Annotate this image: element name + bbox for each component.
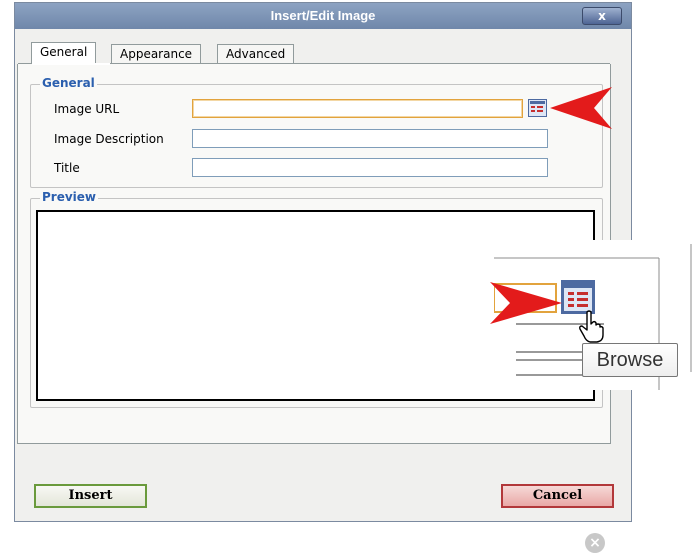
image-description-label: Image Description — [54, 132, 164, 146]
dialog-title: Insert/Edit Image — [15, 3, 631, 29]
active-tab-joiner — [32, 63, 110, 65]
browse-button[interactable] — [528, 99, 547, 117]
callout-edge — [690, 244, 692, 372]
preview-legend: Preview — [40, 190, 99, 204]
browse-icon — [530, 101, 545, 112]
general-legend: General — [40, 76, 97, 90]
pointer-arrow-top — [550, 87, 612, 129]
insert-button[interactable]: Insert — [34, 484, 147, 508]
title-input[interactable] — [192, 158, 548, 177]
image-url-input[interactable] — [192, 99, 523, 118]
pointer-arrow-callout — [490, 282, 562, 324]
dismiss-icon: × — [589, 535, 601, 551]
title-label: Title — [54, 161, 80, 175]
hand-cursor-icon — [579, 310, 604, 343]
dismiss-button[interactable]: × — [585, 533, 605, 553]
close-icon: x — [598, 9, 606, 23]
tab-general[interactable]: General — [31, 42, 97, 64]
close-button[interactable]: x — [582, 7, 622, 25]
cancel-button[interactable]: Cancel — [501, 484, 614, 508]
image-description-input[interactable] — [192, 129, 548, 148]
tab-advanced[interactable]: Advanced — [217, 44, 295, 64]
tab-appearance[interactable]: Appearance — [111, 44, 202, 64]
browse-tooltip: Browse — [582, 343, 678, 377]
image-url-label: Image URL — [54, 102, 120, 116]
